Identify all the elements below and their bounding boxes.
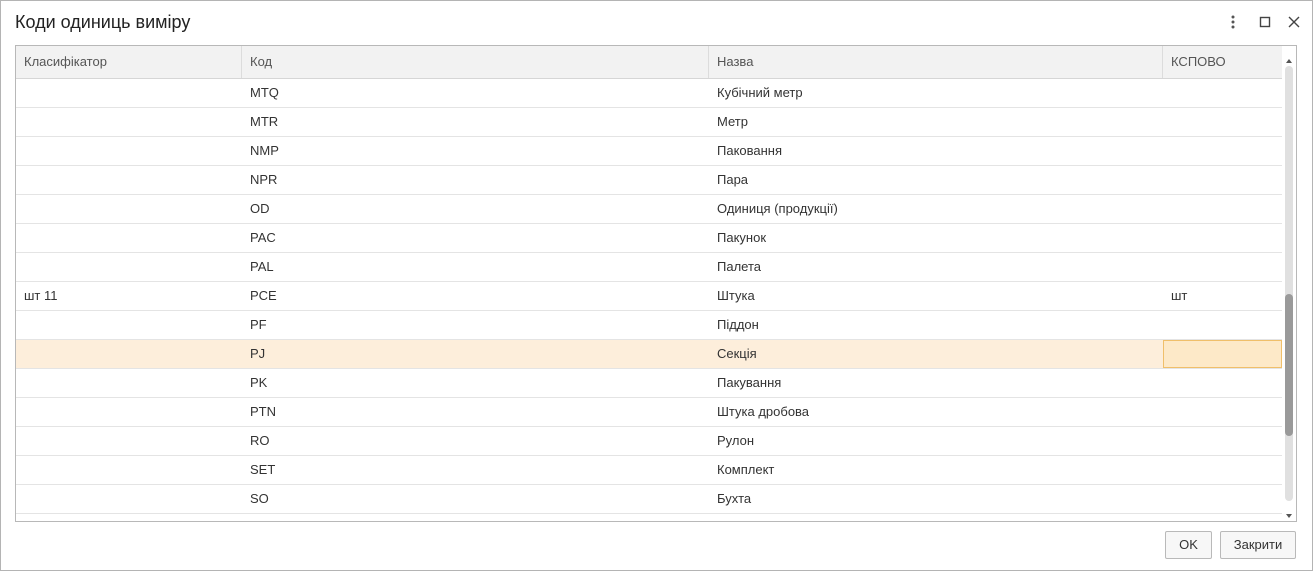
cell-code[interactable]: RO [242, 427, 709, 455]
table-row[interactable]: OD Одиниця (продукції) [16, 195, 1282, 224]
cell-code[interactable]: PAL [242, 253, 709, 281]
table-row[interactable]: PK Пакування [16, 369, 1282, 398]
table-row[interactable]: шт 11 PCE Штука шт [16, 282, 1282, 311]
maximize-icon[interactable] [1256, 13, 1274, 31]
table-row[interactable]: PF Піддон [16, 311, 1282, 340]
vertical-scrollbar[interactable] [1282, 46, 1296, 521]
table-row[interactable]: MTQ Кубічний метр [16, 79, 1282, 108]
table-body: MTQ Кубічний метр MTR Метр NMP Паковання NPR Па… [16, 79, 1282, 519]
cell-classifier[interactable] [16, 224, 242, 252]
cell-kspovo[interactable] [1163, 398, 1282, 426]
cell-code[interactable]: PK [242, 369, 709, 397]
cell-code[interactable]: MTR [242, 108, 709, 136]
cell-kspovo[interactable] [1163, 311, 1282, 339]
cell-name[interactable]: Палета [709, 253, 1163, 281]
cell-kspovo[interactable] [1163, 427, 1282, 455]
cell-classifier[interactable] [16, 311, 242, 339]
table-row[interactable]: PAL Палета [16, 253, 1282, 282]
cell-name[interactable]: Штука дробова [709, 398, 1163, 426]
cell-kspovo[interactable] [1163, 485, 1282, 513]
cell-name[interactable]: Пакунок [709, 224, 1163, 252]
table-row[interactable]: NPR Пара [16, 166, 1282, 195]
cell-classifier[interactable] [16, 340, 242, 368]
cell-classifier[interactable] [16, 427, 242, 455]
cell-name[interactable]: Одиниця (продукції) [709, 195, 1163, 223]
table-row[interactable]: PTN Штука дробова [16, 398, 1282, 427]
cell-kspovo[interactable] [1163, 108, 1282, 136]
cell-kspovo[interactable] [1163, 195, 1282, 223]
cell-name[interactable]: Комплект [709, 456, 1163, 484]
cell-classifier[interactable] [16, 137, 242, 165]
cell-name[interactable]: Піддон [709, 311, 1163, 339]
table-row-selected[interactable]: PJ Секція [16, 340, 1282, 369]
scroll-up-icon[interactable] [1285, 52, 1293, 63]
cell-name[interactable]: Пара [709, 166, 1163, 194]
cell-classifier[interactable] [16, 369, 242, 397]
close-button[interactable]: Закрити [1220, 531, 1296, 559]
cell-code[interactable]: PJ [242, 340, 709, 368]
cell-code[interactable]: PCE [242, 282, 709, 310]
table-row[interactable]: SET Комплект [16, 456, 1282, 485]
cell-classifier[interactable] [16, 79, 242, 107]
cell-classifier[interactable] [16, 166, 242, 194]
cell-classifier[interactable] [16, 485, 242, 513]
cell-name[interactable]: Секція [709, 340, 1163, 368]
cell-kspovo[interactable] [1163, 166, 1282, 194]
cell-kspovo[interactable] [1163, 253, 1282, 281]
cell-kspovo[interactable]: шт [1163, 282, 1282, 310]
cell-code[interactable]: SO [242, 485, 709, 513]
column-header-classifier[interactable]: Класифікатор [16, 46, 242, 78]
title-bar: Коди одиниць виміру [1, 1, 1312, 43]
cell-name[interactable]: Паковання [709, 137, 1163, 165]
cell-code[interactable]: PF [242, 311, 709, 339]
ok-button[interactable]: OK [1165, 531, 1212, 559]
cell-code[interactable]: MTQ [242, 79, 709, 107]
cell-code[interactable]: PAC [242, 224, 709, 252]
cell-name[interactable]: Рулон [709, 427, 1163, 455]
table-header: Класифікатор Код Назва КСПОВО [16, 46, 1282, 79]
cell-kspovo[interactable] [1163, 137, 1282, 165]
cell-kspovo[interactable] [1163, 340, 1282, 368]
table-row[interactable]: PAC Пакунок [16, 224, 1282, 253]
table-row[interactable]: RO Рулон [16, 427, 1282, 456]
column-header-code[interactable]: Код [242, 46, 709, 78]
table-row[interactable]: NMP Паковання [16, 137, 1282, 166]
dialog-title: Коди одиниць виміру [15, 12, 191, 32]
dialog-window: Коди одиниць виміру Класифікатор Код Наз… [0, 0, 1313, 571]
cell-code[interactable]: PTN [242, 398, 709, 426]
column-header-name[interactable]: Назва [709, 46, 1163, 78]
cell-code[interactable]: SET [242, 456, 709, 484]
column-header-kspovo[interactable]: КСПОВО [1163, 46, 1282, 78]
cell-name[interactable]: Бухта [709, 485, 1163, 513]
cell-classifier[interactable]: шт 11 [16, 282, 242, 310]
cell-name[interactable]: Кубічний метр [709, 79, 1163, 107]
cell-kspovo[interactable] [1163, 79, 1282, 107]
cell-classifier[interactable] [16, 398, 242, 426]
cell-code[interactable]: NMP [242, 137, 709, 165]
cell-code[interactable]: OD [242, 195, 709, 223]
cell-classifier[interactable] [16, 456, 242, 484]
scroll-down-icon[interactable] [1285, 507, 1293, 518]
scrollbar-thumb[interactable] [1285, 294, 1293, 436]
cell-name[interactable]: Метр [709, 108, 1163, 136]
cell-classifier[interactable] [16, 108, 242, 136]
cell-name[interactable]: Штука [709, 282, 1163, 310]
cell-kspovo[interactable] [1163, 369, 1282, 397]
cell-kspovo[interactable] [1163, 456, 1282, 484]
close-icon[interactable] [1285, 13, 1303, 31]
cell-name[interactable]: Пакування [709, 369, 1163, 397]
more-options-icon[interactable] [1224, 13, 1242, 31]
table-row[interactable]: MTR Метр [16, 108, 1282, 137]
table-row[interactable]: SO Бухта [16, 485, 1282, 514]
cell-code[interactable]: NPR [242, 166, 709, 194]
cell-kspovo[interactable] [1163, 224, 1282, 252]
cell-classifier[interactable] [16, 253, 242, 281]
units-table: Класифікатор Код Назва КСПОВО MTQ Кубічни… [15, 45, 1297, 522]
cell-classifier[interactable] [16, 195, 242, 223]
